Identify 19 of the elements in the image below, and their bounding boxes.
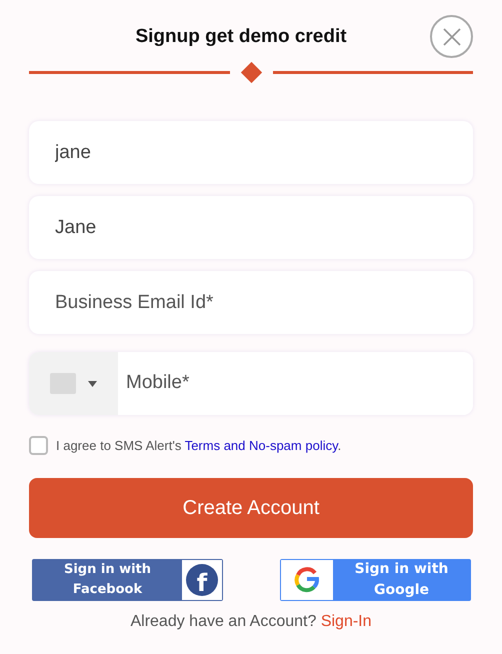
facebook-signin-button[interactable]: Sign in with Facebook f bbox=[32, 558, 223, 600]
terms-link[interactable]: Terms and No-spam policy bbox=[184, 438, 338, 453]
google-icon bbox=[294, 566, 320, 592]
signin-link[interactable]: Sign-In bbox=[320, 612, 372, 630]
agreement-text: I agree to SMS Alert's Terms and No-spam policy. bbox=[56, 437, 342, 455]
create-account-button[interactable]: Create Account bbox=[29, 478, 473, 538]
close-button[interactable] bbox=[430, 15, 473, 58]
google-signin-button[interactable]: Sign in with Google bbox=[280, 558, 471, 600]
phone-field[interactable]: Mobile* bbox=[29, 352, 473, 415]
agree-checkbox[interactable] bbox=[29, 436, 48, 456]
caret-icon bbox=[88, 380, 97, 386]
input-field[interactable]: Business Email Id* bbox=[29, 271, 473, 334]
facebook-icon: f bbox=[186, 564, 218, 596]
close-icon bbox=[442, 26, 462, 46]
dialog-title: Signup get demo credit bbox=[135, 24, 347, 49]
flag-icon bbox=[50, 373, 76, 394]
country-dropdown[interactable] bbox=[29, 352, 118, 415]
input-field[interactable]: Jane bbox=[29, 196, 473, 259]
signin-prompt: Already have an Account? Sign-In bbox=[130, 612, 372, 630]
